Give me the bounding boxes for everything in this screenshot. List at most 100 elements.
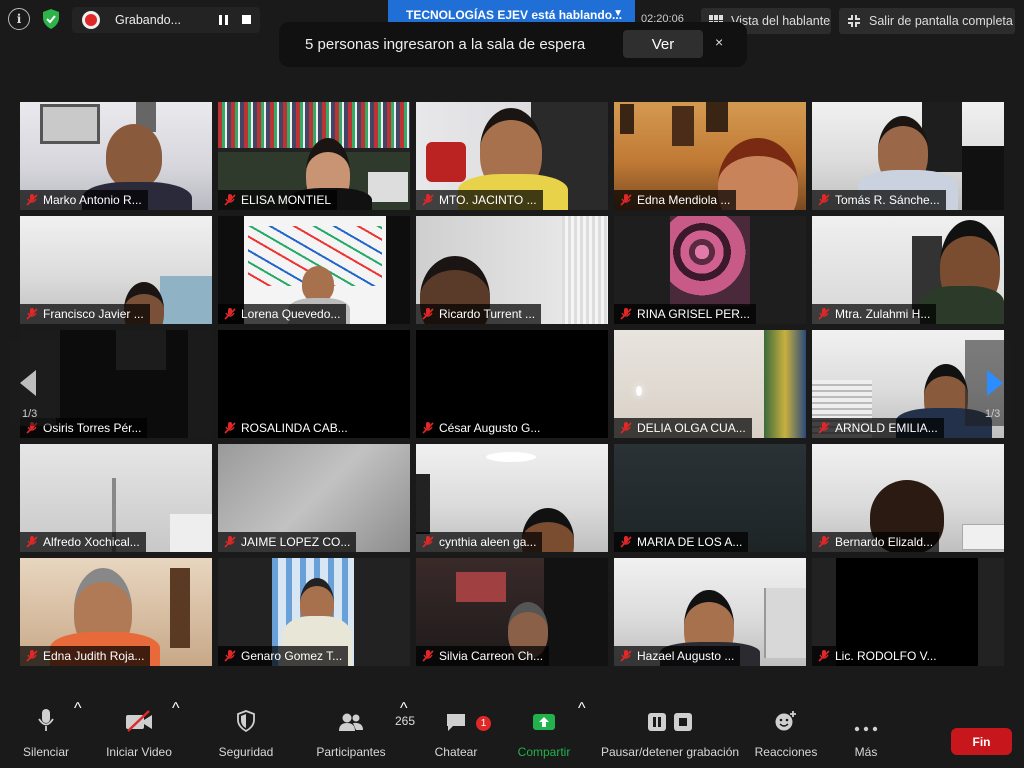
muted-mic-icon: [26, 650, 38, 662]
participant-tile[interactable]: Tomás R. Sánche...: [812, 102, 1004, 210]
stop-icon: [674, 713, 692, 731]
participant-name: Edna Mendiola ...: [637, 193, 731, 207]
more-label: Más: [854, 745, 878, 759]
participant-name: DELIA OLGA CUA...: [637, 421, 746, 435]
muted-mic-icon: [620, 194, 632, 206]
chevron-down-icon: ▼: [613, 8, 623, 19]
participant-name: Mtra. Zulahmi H...: [835, 307, 931, 321]
participant-name: Francisco Javier ...: [43, 307, 144, 321]
speaker-view-label: Vista del hablante: [731, 14, 831, 28]
participant-tile[interactable]: César Augusto G...: [416, 330, 608, 438]
exit-fullscreen-icon: [848, 15, 860, 27]
participant-name: Osiris Torres Pér...: [43, 421, 142, 435]
muted-mic-icon: [422, 422, 434, 434]
participant-tile[interactable]: Edna Mendiola ...: [614, 102, 806, 210]
participant-tile[interactable]: Lic. RODOLFO V...: [812, 558, 1004, 666]
participant-tile[interactable]: Alfredo Xochical...: [20, 444, 212, 552]
participant-tile[interactable]: Marko Antonio R...: [20, 102, 212, 210]
participant-name: Alfredo Xochical...: [43, 535, 140, 549]
participant-name: MARIA DE LOS A...: [637, 535, 743, 549]
meeting-toolbar: Silenciar ^ Iniciar Video ^ Seguridad 26…: [0, 700, 1024, 768]
mute-label: Silenciar: [22, 745, 70, 759]
muted-mic-icon: [818, 422, 830, 434]
participant-name: Lorena Quevedo...: [241, 307, 341, 321]
security-label: Seguridad: [218, 745, 274, 759]
muted-mic-icon: [26, 194, 38, 206]
pause-recording-icon[interactable]: [219, 15, 229, 25]
participants-button[interactable]: 265 Participantes: [310, 700, 415, 768]
muted-mic-icon: [422, 650, 434, 662]
participant-tile[interactable]: Lorena Quevedo...: [218, 216, 410, 324]
exit-fullscreen-label: Salir de pantalla completa: [869, 14, 1013, 28]
start-video-label: Iniciar Video: [106, 745, 172, 759]
participant-tile[interactable]: Mtra. Zulahmi H...: [812, 216, 1004, 324]
muted-mic-icon: [26, 308, 38, 320]
page-indicator: 1/3: [22, 408, 38, 420]
security-button[interactable]: Seguridad: [214, 700, 278, 768]
participant-name: Silvia Carreon Ch...: [439, 649, 544, 663]
close-notification-icon[interactable]: ×: [715, 34, 723, 50]
muted-mic-icon: [224, 536, 236, 548]
end-meeting-button[interactable]: Fin: [951, 728, 1012, 755]
muted-mic-icon: [26, 536, 38, 548]
arrow-right-icon: [987, 370, 1003, 396]
participant-tile[interactable]: cynthia aleen ga...: [416, 444, 608, 552]
participant-name: Genaro Gomez T...: [241, 649, 343, 663]
share-options-caret-icon[interactable]: ^: [578, 700, 586, 718]
more-button[interactable]: Más: [846, 700, 886, 768]
participant-name: ELISA MONTIEL: [241, 193, 332, 207]
chat-unread-badge: 1: [476, 716, 491, 731]
start-video-button[interactable]: Iniciar Video: [100, 700, 178, 768]
muted-mic-icon: [818, 536, 830, 548]
muted-mic-icon: [224, 650, 236, 662]
mute-options-caret-icon[interactable]: ^: [74, 700, 82, 718]
participant-tile[interactable]: ELISA MONTIEL: [218, 102, 410, 210]
participant-name: ARNOLD EMILIA...: [835, 421, 938, 435]
view-waiting-room-button[interactable]: Ver: [623, 30, 703, 58]
participant-tile[interactable]: JAIME LOPEZ CO...: [218, 444, 410, 552]
info-icon[interactable]: i: [8, 8, 30, 30]
microphone-icon: [38, 709, 54, 731]
exit-fullscreen-button[interactable]: Salir de pantalla completa: [839, 8, 1015, 34]
participant-tile[interactable]: RINA GRISEL PER...: [614, 216, 806, 324]
chat-icon: [447, 714, 465, 731]
participants-options-caret-icon[interactable]: ^: [400, 700, 408, 718]
muted-mic-icon: [620, 422, 632, 434]
recording-controls-button[interactable]: Pausar/detener grabación: [600, 700, 740, 768]
chat-label: Chatear: [434, 745, 478, 759]
muted-mic-icon: [818, 308, 830, 320]
participant-name: Edna Judith Roja...: [43, 649, 145, 663]
chat-button[interactable]: 1 Chatear: [428, 700, 491, 768]
mute-button[interactable]: Silenciar: [14, 700, 78, 768]
participant-tile[interactable]: MARIA DE LOS A...: [614, 444, 806, 552]
participant-tile[interactable]: ROSALINDA CAB...: [218, 330, 410, 438]
smiley-add-icon: [775, 711, 796, 731]
participant-tile[interactable]: Hazael Augusto ...: [614, 558, 806, 666]
participant-name: Lic. RODOLFO V...: [835, 649, 937, 663]
participant-tile[interactable]: Ricardo Turrent ...: [416, 216, 608, 324]
muted-mic-icon: [224, 308, 236, 320]
participant-tile[interactable]: DELIA OLGA CUA...: [614, 330, 806, 438]
participant-tile[interactable]: Silvia Carreon Ch...: [416, 558, 608, 666]
page-indicator: 1/3: [985, 408, 1001, 420]
participant-tile[interactable]: Francisco Javier ...: [20, 216, 212, 324]
arrow-left-icon: [20, 370, 36, 396]
previous-page-button[interactable]: 1/3: [10, 340, 56, 426]
participant-name: Tomás R. Sánche...: [835, 193, 940, 207]
participant-tile[interactable]: Bernardo Elizald...: [812, 444, 1004, 552]
muted-mic-icon: [620, 650, 632, 662]
security-shield-icon[interactable]: [40, 8, 62, 30]
participant-tile[interactable]: Edna Judith Roja...: [20, 558, 212, 666]
participant-tile[interactable]: Genaro Gomez T...: [218, 558, 410, 666]
reactions-button[interactable]: Reacciones: [754, 700, 818, 768]
participant-name: MTO. JACINTO ...: [439, 193, 537, 207]
stop-recording-icon[interactable]: [242, 15, 251, 24]
recording-label: Grabando...: [115, 13, 182, 27]
video-off-icon: [126, 710, 152, 732]
video-options-caret-icon[interactable]: ^: [172, 700, 180, 718]
participant-tile[interactable]: MTO. JACINTO ...: [416, 102, 608, 210]
next-page-button[interactable]: 1/3: [965, 340, 1011, 426]
recording-controls-label: Pausar/detener grabación: [600, 745, 740, 759]
share-screen-button[interactable]: Compartir: [512, 700, 576, 768]
participant-name: RINA GRISEL PER...: [637, 307, 750, 321]
